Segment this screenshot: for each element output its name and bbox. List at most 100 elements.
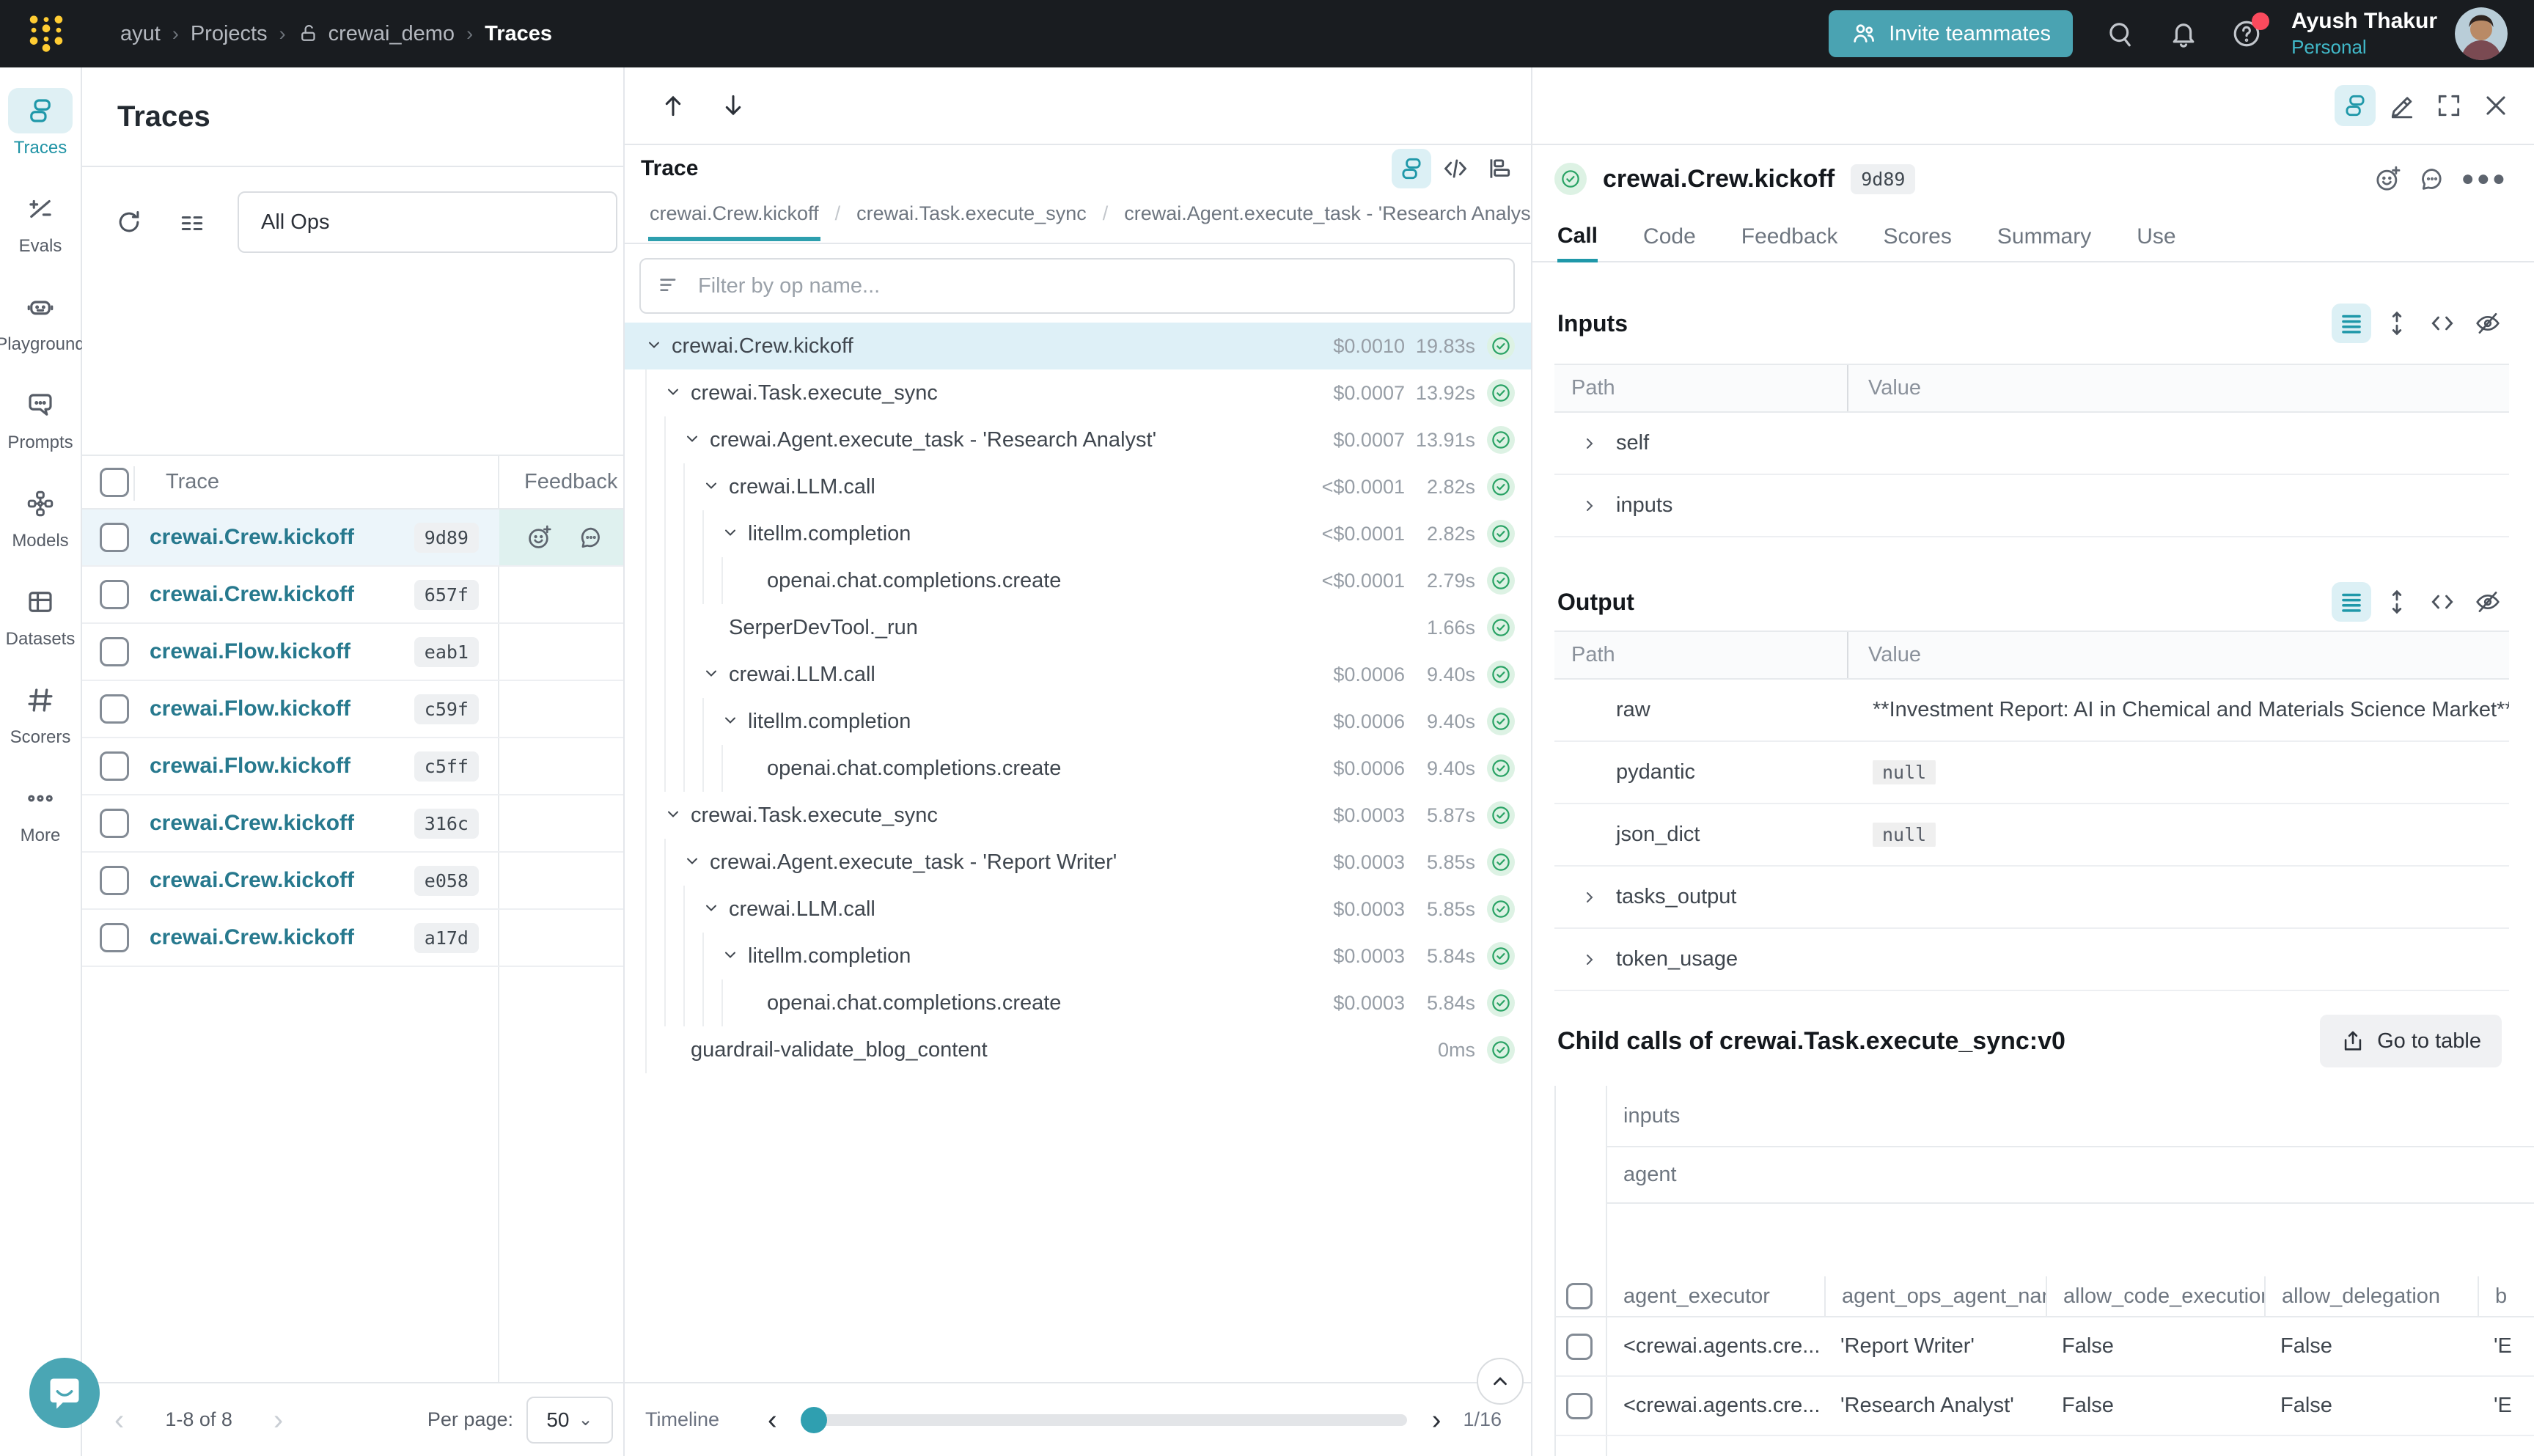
sidebar-item-traces[interactable]: Traces xyxy=(0,88,81,158)
tab-code[interactable]: Code xyxy=(1643,213,1696,261)
timeline-prev-icon[interactable]: ‹ xyxy=(768,1406,777,1434)
comment-icon[interactable] xyxy=(577,523,605,551)
trace-op-link[interactable]: crewai.Crew.kickoff xyxy=(150,582,354,607)
code-view-icon[interactable] xyxy=(1436,149,1475,188)
ops-filter-select[interactable]: All Ops xyxy=(238,191,617,253)
list-view-icon[interactable] xyxy=(2332,582,2371,622)
child-call-row[interactable]: <crewai.agents.cre...'Research Analyst'F… xyxy=(1556,1377,2534,1436)
trace-op-link[interactable]: crewai.Crew.kickoff xyxy=(150,868,354,893)
trace-row[interactable]: crewai.Flow.kickoffc59f xyxy=(82,681,623,738)
prev-page-icon[interactable]: ‹ xyxy=(114,1405,124,1435)
sidebar-item-datasets[interactable]: Datasets xyxy=(0,579,81,650)
chevron-down-icon[interactable] xyxy=(664,383,691,404)
row-checkbox[interactable] xyxy=(100,866,129,895)
trace-row[interactable]: crewai.Flow.kickoffeab1 xyxy=(82,624,623,681)
row-checkbox[interactable] xyxy=(100,523,129,552)
row-checkbox[interactable] xyxy=(100,694,129,724)
row-checkbox[interactable] xyxy=(100,637,129,666)
invite-teammates-button[interactable]: Invite teammates xyxy=(1829,10,2073,57)
row-checkbox[interactable] xyxy=(100,809,129,838)
column-header[interactable]: allow_delegation xyxy=(2264,1276,2478,1316)
breadcrumb-project[interactable]: crewai_demo xyxy=(328,22,455,46)
op-filter-input[interactable] xyxy=(697,273,1497,299)
trace-op-link[interactable]: crewai.Crew.kickoff xyxy=(150,811,354,836)
tab-feedback[interactable]: Feedback xyxy=(1741,213,1838,261)
trace-path-tab[interactable]: crewai.Agent.execute_task - 'Research An… xyxy=(1123,192,1531,237)
trace-tree-node[interactable]: litellm.completion$0.00069.40s xyxy=(625,698,1531,745)
trace-tree-node[interactable]: crewai.Task.execute_sync$0.00035.87s xyxy=(625,792,1531,839)
chevron-right-icon[interactable] xyxy=(1581,435,1598,452)
flame-graph-icon[interactable] xyxy=(1480,149,1519,188)
trace-view-toggle-icon[interactable] xyxy=(2335,85,2376,126)
chevron-down-icon[interactable] xyxy=(702,899,729,920)
chevron-down-icon[interactable] xyxy=(664,805,691,826)
bell-icon[interactable] xyxy=(2168,18,2199,49)
tree-view-icon[interactable] xyxy=(1392,149,1431,188)
avatar[interactable] xyxy=(2455,7,2508,60)
trace-tree-node[interactable]: crewai.LLM.call$0.00069.40s xyxy=(625,651,1531,698)
trace-tree-node[interactable]: openai.chat.completions.create$0.00035.8… xyxy=(625,979,1531,1026)
column-header-feedback[interactable]: Feedback xyxy=(524,470,617,494)
trace-tree-node[interactable]: crewai.Agent.execute_task - 'Report Writ… xyxy=(625,839,1531,886)
trace-tree-node[interactable]: crewai.Agent.execute_task - 'Research An… xyxy=(625,416,1531,463)
kv-row[interactable]: token_usage xyxy=(1554,929,2509,991)
sidebar-item-playground[interactable]: Playground xyxy=(0,284,81,355)
trace-row[interactable]: crewai.Crew.kickoffe058 xyxy=(82,853,623,910)
kv-row[interactable]: inputs xyxy=(1554,475,2509,537)
trace-path-tab[interactable]: crewai.Crew.kickoff xyxy=(648,192,820,241)
trace-row[interactable]: crewai.Crew.kickoff657f xyxy=(82,567,623,624)
per-page-select[interactable]: 50 ⌄ xyxy=(526,1397,613,1444)
row-checkbox[interactable] xyxy=(1566,1334,1593,1360)
column-header[interactable]: b xyxy=(2478,1276,2534,1316)
row-checkbox[interactable] xyxy=(100,751,129,781)
code-view-icon[interactable] xyxy=(2423,304,2462,343)
go-to-table-button[interactable]: Go to table xyxy=(2320,1015,2502,1067)
kv-row[interactable]: json_dictnull xyxy=(1554,804,2509,867)
help-icon[interactable] xyxy=(2231,18,2262,49)
chevron-right-icon[interactable] xyxy=(1581,951,1598,968)
column-header[interactable]: agent_ops_agent_nan xyxy=(1824,1276,2046,1316)
trace-row[interactable]: crewai.Crew.kickoff316c xyxy=(82,795,623,853)
sidebar-item-prompts[interactable]: Prompts xyxy=(0,383,81,453)
add-reaction-icon[interactable] xyxy=(2373,164,2403,194)
breadcrumb-entity[interactable]: ayut xyxy=(120,22,161,46)
hide-values-icon[interactable] xyxy=(2468,304,2508,343)
call-id-badge[interactable]: 9d89 xyxy=(1851,164,1915,194)
chevron-down-icon[interactable] xyxy=(645,336,672,357)
column-header-trace[interactable]: Trace xyxy=(166,470,219,494)
column-header[interactable]: allow_code_execution xyxy=(2046,1276,2264,1316)
trace-op-link[interactable]: crewai.Flow.kickoff xyxy=(150,639,350,664)
expand-rows-icon[interactable] xyxy=(2377,582,2417,622)
more-menu-icon[interactable]: ●●● xyxy=(2461,166,2508,191)
trace-op-link[interactable]: crewai.Flow.kickoff xyxy=(150,696,350,721)
trace-tree-node[interactable]: crewai.Crew.kickoff$0.001019.83s xyxy=(625,323,1531,369)
wandb-logo-icon[interactable] xyxy=(25,12,67,55)
child-call-row[interactable]: <crewai.agents.cre...'Report Writer'Fals… xyxy=(1556,1317,2534,1377)
sidebar-item-evals[interactable]: Evals xyxy=(0,186,81,257)
timeline-next-icon[interactable]: › xyxy=(1432,1406,1442,1434)
column-header[interactable]: agent_executor xyxy=(1607,1276,1824,1316)
tab-use[interactable]: Use xyxy=(2137,213,2175,261)
add-reaction-icon[interactable] xyxy=(526,523,554,551)
trace-tree-node[interactable]: openai.chat.completions.create$0.00069.4… xyxy=(625,745,1531,792)
chevron-down-icon[interactable] xyxy=(683,852,710,873)
chevron-down-icon[interactable] xyxy=(683,430,710,451)
row-checkbox[interactable] xyxy=(1566,1393,1593,1419)
columns-settings-icon[interactable] xyxy=(175,205,210,240)
trace-row[interactable]: crewai.Crew.kickoff9d89 xyxy=(82,510,623,567)
chevron-down-icon[interactable] xyxy=(721,946,748,967)
trace-path-tab[interactable]: crewai.Task.execute_sync xyxy=(855,192,1088,237)
chevron-down-icon[interactable] xyxy=(702,477,729,498)
select-all-checkbox[interactable] xyxy=(100,468,129,497)
refresh-icon[interactable] xyxy=(111,205,147,240)
expand-rows-icon[interactable] xyxy=(2377,304,2417,343)
tab-summary[interactable]: Summary xyxy=(1997,213,2091,261)
kv-row[interactable]: raw**Investment Report: AI in Chemical a… xyxy=(1554,680,2509,742)
tab-scores[interactable]: Scores xyxy=(1884,213,1952,261)
support-chat-button[interactable] xyxy=(29,1358,100,1428)
tab-call[interactable]: Call xyxy=(1557,213,1598,262)
list-view-icon[interactable] xyxy=(2332,304,2371,343)
trace-tree-node[interactable]: litellm.completion<$0.00012.82s xyxy=(625,510,1531,557)
sidebar-item-scorers[interactable]: Scorers xyxy=(0,677,81,748)
chevron-down-icon[interactable] xyxy=(721,523,748,545)
